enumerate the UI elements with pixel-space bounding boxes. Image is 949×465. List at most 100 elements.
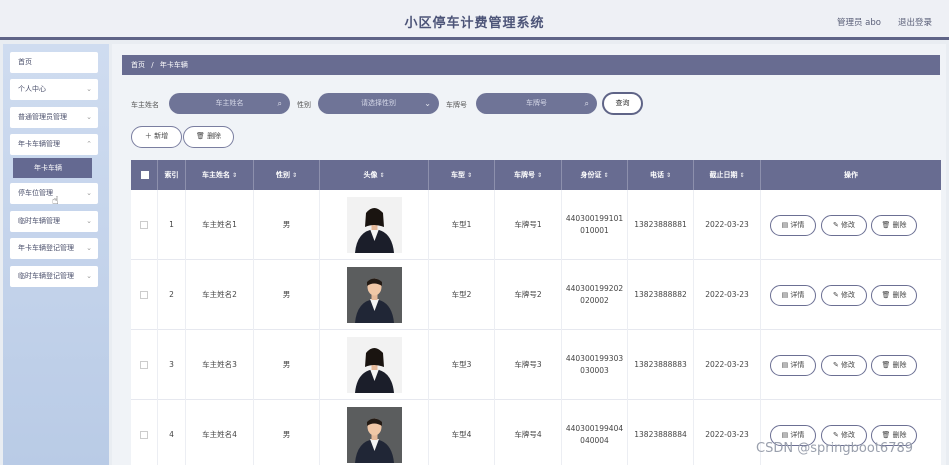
column-header-plate[interactable]: 车牌号 ⇕ [495,160,562,190]
sidebar-item-annual-registration[interactable]: 年卡车辆登记管理 ⌄ [10,238,98,259]
sidebar-item-annual-vehicles[interactable]: 年卡车辆管理 ⌃ [10,134,98,155]
pencil-icon: ✎ [832,431,842,439]
row-phone: 13823888883 [628,330,694,400]
sidebar-item-label: 首页 [18,58,32,66]
row-deadline: 2022-03-23 [694,400,761,465]
sidebar-subitem-annual-vehicle[interactable]: 年卡车辆 [13,158,92,178]
row-phone: 13823888884 [628,400,694,465]
delete-button[interactable]: 🗑 删除 [871,215,917,236]
row-checkbox[interactable] [140,431,148,439]
row-phone: 13823888881 [628,190,694,260]
select-all-cell [131,160,158,190]
edit-button-label: 修改 [841,291,856,299]
trash-icon: 🗑 [881,221,893,229]
search-button[interactable]: 查询 [602,92,643,115]
edit-button-label: 修改 [841,431,856,439]
table-header: 索引 车主姓名 ⇕ 性别 ⇕ 头像 ⇕ 车型 ⇕ 车牌号 ⇕ 身份证 ⇕ 电话 ⇕ 截止日期 ⇕… [131,160,941,190]
chevron-down-icon: ⌄ [86,244,92,252]
gender-label: 性别 [297,101,311,109]
row-id-card-line1: 440300199303 [565,354,624,363]
sidebar-item-label: 停车位管理 [18,189,53,197]
vehicle-table: 索引 车主姓名 ⇕ 性别 ⇕ 头像 ⇕ 车型 ⇕ 车牌号 ⇕ 身份证 ⇕ 电话 ⇕ 截止日期 ⇕… [131,160,941,465]
batch-delete-label: 删除 [207,132,222,140]
detail-button-label: 详情 [790,361,805,369]
edit-button[interactable]: ✎ 修改 [821,355,867,376]
chevron-down-icon: ⌄ [86,217,92,225]
watermark: CSDN @springboot6789 [756,441,914,456]
detail-button-label: 详情 [790,221,805,229]
plate-input[interactable]: 车牌号 ⌕ [476,93,597,114]
column-header-gender[interactable]: 性别 ⇕ [254,160,320,190]
row-index: 2 [158,260,186,330]
select-all-checkbox[interactable] [141,171,149,179]
batch-delete-button[interactable]: 🗑 删除 [183,126,234,148]
add-button[interactable]: ＋ 新增 [131,126,182,148]
row-plate: 车牌号2 [495,260,562,330]
row-avatar-cell [320,190,429,260]
detail-button[interactable]: ▤ 详情 [770,285,816,306]
edit-button[interactable]: ✎ 修改 [821,215,867,236]
edit-button-label: 修改 [841,221,856,229]
table-row: 1 车主姓名1 男 车型1 车牌号1 440300199101 010001 1… [131,190,941,260]
sort-icon: ⇕ [291,172,298,179]
sidebar-item-temp-vehicles[interactable]: 临时车辆管理 ⌄ [10,211,98,232]
sidebar-item-home[interactable]: 首页 [10,52,98,73]
sidebar: 首页 个人中心 ⌄ 普通管理员管理 ⌄ 年卡车辆管理 ⌃ 年卡车辆 停车位管理 … [3,44,109,465]
table-row: 2 车主姓名2 男 车型2 车牌号2 440300199202 020002 1… [131,260,941,330]
pencil-icon: ✎ [832,361,842,369]
add-button-label: 新增 [154,132,169,140]
column-header-owner[interactable]: 车主姓名 ⇕ [186,160,254,190]
row-checkbox-cell [131,330,158,400]
chevron-up-icon: ⌃ [86,140,92,148]
row-actions: ▤ 详情 ✎ 修改 🗑 删除 [761,260,941,330]
row-checkbox-cell [131,400,158,465]
column-header-id-card[interactable]: 身份证 ⇕ [562,160,628,190]
column-header-model[interactable]: 车型 ⇕ [429,160,495,190]
plus-icon: ＋ [144,132,152,140]
chevron-down-icon: ⌄ [86,85,92,93]
sidebar-item-temp-registration[interactable]: 临时车辆登记管理 ⌄ [10,266,98,287]
avatar-woman-photo [346,197,402,253]
sort-icon: ⇕ [739,172,745,179]
row-checkbox[interactable] [140,291,148,299]
detail-button[interactable]: ▤ 详情 [770,215,816,236]
delete-button-label: 删除 [892,431,907,439]
row-phone: 13823888882 [628,260,694,330]
detail-button[interactable]: ▤ 详情 [770,355,816,376]
delete-button-label: 删除 [892,221,907,229]
column-header-phone[interactable]: 电话 ⇕ [628,160,694,190]
breadcrumb-home[interactable]: 首页 [131,61,145,69]
gender-select[interactable]: 请选择性别 ⌄ [318,93,439,114]
delete-button[interactable]: 🗑 删除 [871,355,917,376]
sidebar-item-admin[interactable]: 普通管理员管理 ⌄ [10,107,98,128]
row-model: 车型2 [429,260,495,330]
trash-icon: 🗑 [881,361,893,369]
owner-name-input[interactable]: 车主姓名 ⌕ [169,93,290,114]
row-checkbox[interactable] [140,221,148,229]
row-index: 4 [158,400,186,465]
delete-button[interactable]: 🗑 删除 [871,285,917,306]
row-plate: 车牌号4 [495,400,562,465]
row-owner-name: 车主姓名4 [186,400,254,465]
row-id-card-line2: 010001 [580,226,609,235]
row-model: 车型1 [429,190,495,260]
row-checkbox[interactable] [140,361,148,369]
row-deadline: 2022-03-23 [694,260,761,330]
sidebar-item-profile[interactable]: 个人中心 ⌄ [10,79,98,100]
chevron-down-icon: ⌄ [86,113,92,121]
column-header-avatar[interactable]: 头像 ⇕ [320,160,429,190]
owner-name-placeholder: 车主姓名 [215,99,244,107]
trash-icon: 🗑 [881,431,893,439]
pencil-icon: ✎ [832,221,842,229]
search-icon: ⌕ [277,99,282,108]
row-actions: ▤ 详情 ✎ 修改 🗑 删除 [761,190,941,260]
logout-link[interactable]: 退出登录 [898,16,932,28]
top-header: 小区停车计费管理系统 管理员 abo 退出登录 [0,0,949,40]
row-id-card: 440300199303 030003 [562,330,628,400]
row-deadline: 2022-03-23 [694,190,761,260]
row-checkbox-cell [131,190,158,260]
edit-button[interactable]: ✎ 修改 [821,285,867,306]
row-model: 车型4 [429,400,495,465]
row-owner-name: 车主姓名1 [186,190,254,260]
column-header-deadline[interactable]: 截止日期 ⇕ [694,160,761,190]
